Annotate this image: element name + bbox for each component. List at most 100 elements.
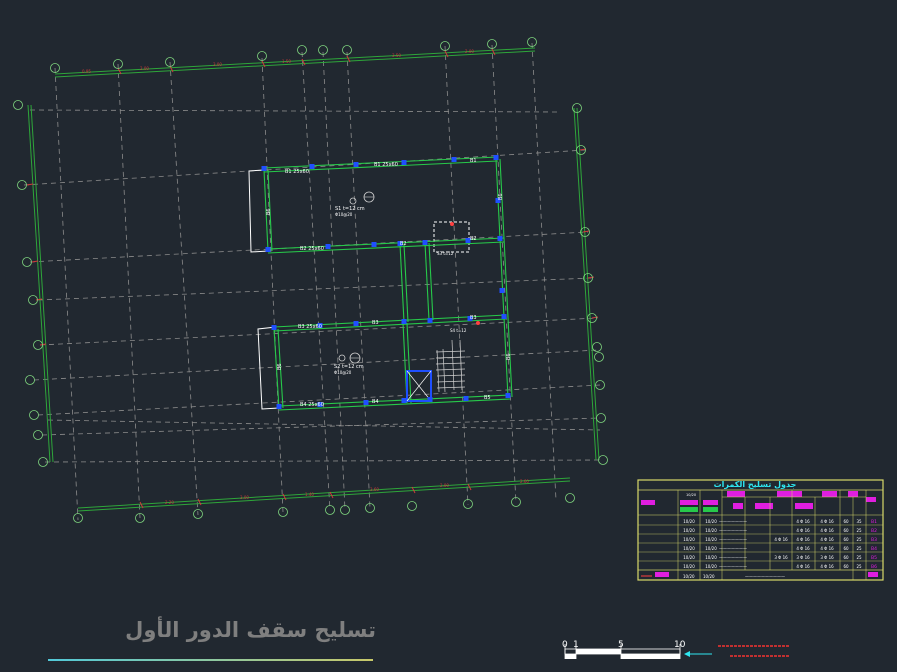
schedule-cell: 4 Φ 16 <box>820 564 834 569</box>
svg-text:B2 25x60: B2 25x60 <box>300 246 324 252</box>
svg-text:10/20: 10/20 <box>686 493 696 497</box>
grid-bubble <box>596 413 606 423</box>
grid-bubble <box>598 455 608 465</box>
schedule-cell: 3 Φ 16 <box>820 555 834 560</box>
svg-text:B3: B3 <box>470 315 477 321</box>
svg-text:B4: B4 <box>372 399 379 405</box>
grid-bubble <box>25 375 35 385</box>
scale-tick-5: 5 <box>618 640 624 650</box>
schedule-cell: 4 Φ 16 <box>820 519 834 524</box>
column <box>371 242 377 247</box>
stair <box>435 339 466 393</box>
schedule-cell: 60 <box>843 546 849 551</box>
column <box>401 160 407 165</box>
schedule-cell-dash: ——————— <box>719 528 747 533</box>
schedule-cell: 4 Φ 16 <box>820 546 834 551</box>
schedule-cell: 4 Φ 16 <box>796 528 810 533</box>
schedule-cell-id: B5 <box>871 555 877 561</box>
schedule-cell-dash: ——————— <box>719 546 747 551</box>
svg-text:2.00: 2.00 <box>465 49 474 54</box>
column <box>463 396 469 401</box>
svg-text:B5: B5 <box>484 395 491 401</box>
svg-text:B3: B3 <box>372 320 379 326</box>
column <box>261 166 267 171</box>
svg-text:B2: B2 <box>400 241 407 247</box>
column <box>451 157 457 162</box>
schedule-cell-stirrup: 10/20 <box>705 564 717 569</box>
schedule-cell: 4 Φ 16 <box>796 564 810 569</box>
svg-text:B3 25x60: B3 25x60 <box>298 324 322 330</box>
scale-tick-0: 0 <box>562 640 568 650</box>
column <box>427 318 433 323</box>
column <box>493 155 499 160</box>
schedule-cell: 4 Φ 16 <box>820 528 834 533</box>
column <box>265 247 271 252</box>
svg-text:B6: B6 <box>266 208 272 215</box>
schedule-cell: 4 Φ 16 <box>796 519 810 524</box>
grid-bubble <box>594 352 604 362</box>
column <box>276 404 282 409</box>
schedule-cell: 3 Φ 16 <box>796 555 810 560</box>
schedule-cell: 3 Φ 16 <box>774 555 788 560</box>
svg-text:1.40: 1.40 <box>305 492 314 497</box>
grid-bubble <box>592 342 602 352</box>
svg-text:B6: B6 <box>506 353 512 360</box>
schedule-title: جدول تسليح الكمرات <box>714 480 797 489</box>
svg-text:S4 t=12: S4 t=12 <box>450 328 467 333</box>
svg-text:0.95: 0.95 <box>82 69 91 74</box>
schedule-cell: 25 <box>856 546 862 551</box>
schedule-cell: 25 <box>856 555 862 560</box>
schedule-cell-id: B6 <box>871 564 877 570</box>
schedule-cell: 60 <box>843 564 849 569</box>
column <box>325 244 331 249</box>
svg-text:3.00: 3.00 <box>240 495 249 500</box>
beams <box>263 156 513 411</box>
schedule-cell: 60 <box>843 528 849 533</box>
column <box>505 393 511 398</box>
schedule-cell-stirrup: 10/20 <box>683 564 695 569</box>
schedule-cell-stirrup: 10/20 <box>705 537 717 542</box>
column <box>401 398 407 403</box>
schedule-cell-stirrup: 10/20 <box>705 519 717 524</box>
footer-swatch <box>655 572 669 577</box>
svg-text:2.20: 2.20 <box>165 500 174 505</box>
svg-text:B4 25x60: B4 25x60 <box>300 402 324 408</box>
slab-markers: S1 t=12 cm Φ10@20 S2 t=12 cm Φ10@20 S3 t… <box>334 191 480 375</box>
column <box>353 162 359 167</box>
grid-bubble <box>29 410 39 420</box>
schedule-cell: 60 <box>843 537 849 542</box>
schedule-cell: 35 <box>856 519 862 524</box>
schedule-cell: 4 Φ 16 <box>796 546 810 551</box>
svg-text:2.00: 2.00 <box>140 66 149 71</box>
schedule-cell-id: B4 <box>871 546 877 552</box>
beam-labels: B1 25x60 B1 25x60 B1 B2 25x60 B2 B2 B3 25x60… <box>266 158 512 408</box>
schedule-cell: 60 <box>843 519 849 524</box>
schedule-cell: 25 <box>856 537 862 542</box>
schedule-cell-stirrup: 10/20 <box>683 528 695 533</box>
svg-text:——————————: —————————— <box>745 574 785 579</box>
scale-tick-1: 1 <box>573 640 579 650</box>
schedule-cell-stirrup: 10/20 <box>705 546 717 551</box>
column <box>401 319 407 324</box>
svg-text:3.60: 3.60 <box>370 487 379 492</box>
column <box>499 288 505 293</box>
column <box>501 314 507 319</box>
column <box>271 325 277 330</box>
schedule-cell-id: B2 <box>871 528 877 534</box>
schedule-cell: 4 Φ 16 <box>820 537 834 542</box>
columns <box>261 155 511 409</box>
dimension-ticks <box>26 48 599 509</box>
dimension-lines <box>27 47 600 512</box>
cad-viewport[interactable]: 0.95 2.00 3.00 1.50 3.50 2.00 2.20 3.00 1.40 3… <box>0 0 897 668</box>
column <box>363 400 369 405</box>
schedule-cell: 4 Φ 16 <box>796 537 810 542</box>
schedule-cell-stirrup: 10/20 <box>683 555 695 560</box>
svg-text:B1 25x60: B1 25x60 <box>285 169 309 175</box>
schedule-cell: 60 <box>843 555 849 560</box>
schedule-cell-stirrup: 10/20 <box>705 555 717 560</box>
schedule-cell: 4 Φ 16 <box>774 537 788 542</box>
svg-text:Φ10@20: Φ10@20 <box>334 370 352 375</box>
grid-bubble <box>340 505 350 515</box>
svg-text:2.60: 2.60 <box>520 479 529 484</box>
grid-bubble <box>565 493 575 503</box>
